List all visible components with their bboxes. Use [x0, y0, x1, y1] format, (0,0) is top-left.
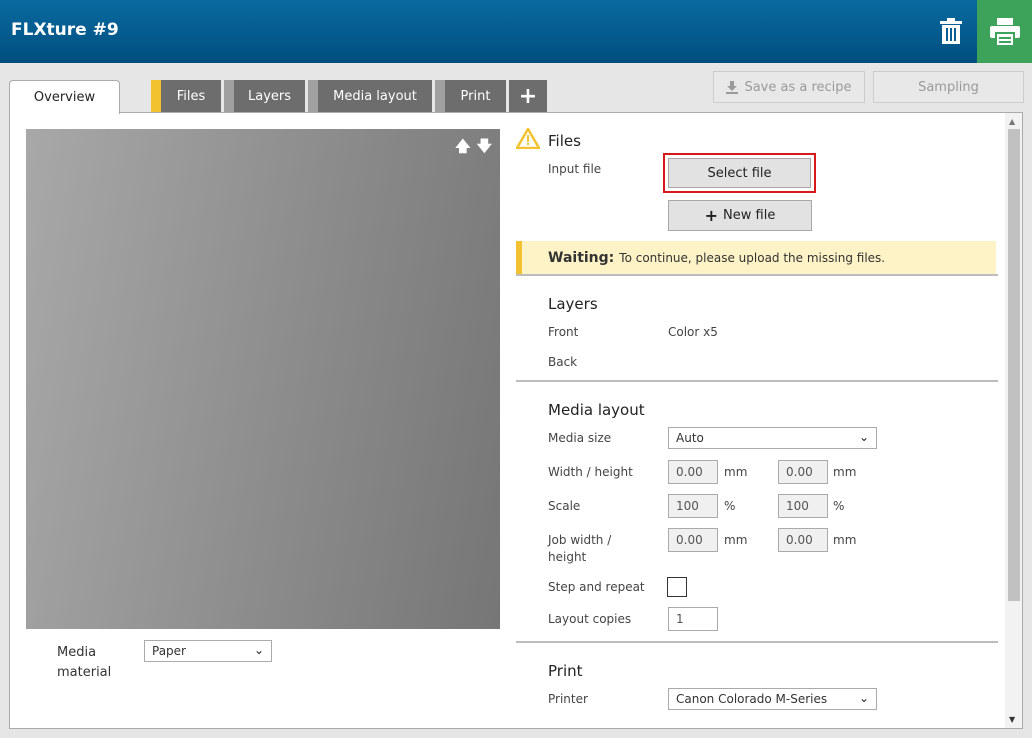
front-label: Front [548, 325, 579, 339]
download-icon [726, 80, 739, 94]
preview-order-controls: 🡅 🡇 [455, 136, 492, 161]
back-label: Back [548, 355, 578, 369]
printer-value: Canon Colorado M-Series [676, 692, 828, 706]
divider [516, 380, 998, 382]
layout-copies-value: 1 [676, 612, 684, 626]
tab-layers[interactable]: Layers [224, 80, 305, 112]
print-section-title: Print [548, 662, 583, 680]
select-file-button[interactable]: Select file [668, 158, 811, 188]
sampling-label: Sampling [918, 79, 979, 95]
tab-media-layout[interactable]: Media layout [308, 80, 432, 112]
unit-label: mm [833, 465, 857, 479]
tab-status-marker [224, 80, 234, 112]
chevron-down-icon: ⌄ [858, 691, 869, 705]
trash-icon [940, 18, 962, 44]
print-button[interactable] [977, 0, 1032, 63]
layout-copies-label: Layout copies [548, 612, 632, 626]
layers-section-title: Layers [548, 295, 598, 313]
save-as-recipe-button[interactable]: Save as a recipe [713, 71, 865, 103]
app-header: FLXture #9 [0, 0, 1032, 63]
media-material-value: Paper [152, 644, 186, 658]
step-repeat-label: Step and repeat [548, 580, 645, 594]
tab-files-label: Files [176, 88, 206, 104]
job-height-input[interactable]: 0.00 [778, 528, 828, 552]
new-file-label: New file [723, 208, 776, 223]
media-layout-section-title: Media layout [548, 401, 645, 419]
media-size-label: Media size [548, 431, 612, 445]
unit-label: mm [833, 533, 857, 547]
media-size-value: Auto [676, 431, 704, 445]
media-material-select[interactable]: Paper ⌄ [144, 640, 272, 662]
printer-icon [989, 17, 1020, 46]
tab-overview-label: Overview [33, 90, 96, 105]
layout-copies-input[interactable]: 1 [668, 607, 718, 631]
width-value: 0.00 [676, 465, 703, 479]
waiting-title: Waiting: [548, 249, 615, 266]
printer-select[interactable]: Canon Colorado M-Series ⌄ [668, 688, 877, 710]
scale-y-value: 100 [786, 499, 809, 513]
tab-media-layout-label: Media layout [333, 88, 417, 104]
input-file-label: Input file [548, 162, 602, 176]
tab-status-marker [435, 80, 445, 112]
select-file-label: Select file [707, 165, 772, 181]
tab-layers-label: Layers [247, 88, 292, 104]
delete-button[interactable] [934, 14, 968, 48]
media-material-label: Media material [57, 645, 112, 680]
chevron-down-icon: ⌄ [253, 643, 264, 657]
unit-label: % [833, 499, 845, 513]
scale-y-input[interactable]: 100 [778, 494, 828, 518]
files-section-title: Files [548, 132, 581, 150]
tab-print-label: Print [460, 88, 491, 104]
job-width-value: 0.00 [676, 533, 703, 547]
waiting-message: To continue, please upload the missing f… [619, 250, 886, 265]
media-size-select[interactable]: Auto ⌄ [668, 427, 877, 449]
overview-panel: 🡅 🡇 Media material Paper ⌄ Files Input f… [9, 112, 1023, 729]
unit-label: mm [724, 465, 748, 479]
scroll-down-icon[interactable]: ▼ [1009, 715, 1015, 724]
printer-label: Printer [548, 692, 588, 706]
new-file-button[interactable]: + New file [668, 200, 812, 231]
width-input[interactable]: 0.00 [668, 460, 718, 484]
chevron-down-icon: ⌄ [858, 430, 869, 444]
job-height-value: 0.00 [786, 533, 813, 547]
tab-files[interactable]: Files [151, 80, 221, 112]
unit-label: % [724, 499, 736, 513]
scale-x-value: 100 [676, 499, 699, 513]
job-width-input[interactable]: 0.00 [668, 528, 718, 552]
save-as-recipe-label: Save as a recipe [744, 79, 852, 95]
select-file-highlight: Select file [663, 153, 816, 193]
tab-status-marker [151, 80, 161, 112]
vertical-scrollbar[interactable]: ▲ ▼ [1005, 113, 1022, 728]
job-preview: 🡅 🡇 [26, 129, 500, 629]
job-width-height-label: Job width / height [548, 533, 612, 564]
scale-label: Scale [548, 499, 581, 513]
front-value: Color x5 [668, 325, 718, 339]
sampling-button[interactable]: Sampling [873, 71, 1024, 103]
add-tab-button[interactable]: + [509, 80, 547, 112]
tab-status-marker [308, 80, 318, 112]
scale-x-input[interactable]: 100 [668, 494, 718, 518]
warning-icon [516, 128, 540, 149]
width-height-label: Width / height [548, 465, 633, 479]
height-value: 0.00 [786, 465, 813, 479]
page-title: FLXture #9 [11, 20, 119, 40]
divider [516, 641, 998, 643]
plus-icon: + [518, 83, 538, 109]
tab-print[interactable]: Print [435, 80, 506, 112]
tab-bar: Overview Files Layers Media layout Print… [0, 63, 1032, 114]
tab-overview[interactable]: Overview [9, 80, 120, 114]
scrollbar-thumb[interactable] [1008, 129, 1020, 601]
settings-summary: Files Input file Select file + New file … [516, 113, 998, 728]
height-input[interactable]: 0.00 [778, 460, 828, 484]
scroll-up-icon[interactable]: ▲ [1009, 117, 1015, 126]
waiting-banner: Waiting: To continue, please upload the … [516, 241, 996, 274]
arrow-down-icon[interactable]: 🡇 [477, 136, 492, 161]
step-repeat-checkbox[interactable] [667, 577, 687, 597]
divider [516, 274, 998, 276]
plus-icon: + [704, 206, 719, 225]
unit-label: mm [724, 533, 748, 547]
arrow-up-icon[interactable]: 🡅 [455, 136, 470, 161]
